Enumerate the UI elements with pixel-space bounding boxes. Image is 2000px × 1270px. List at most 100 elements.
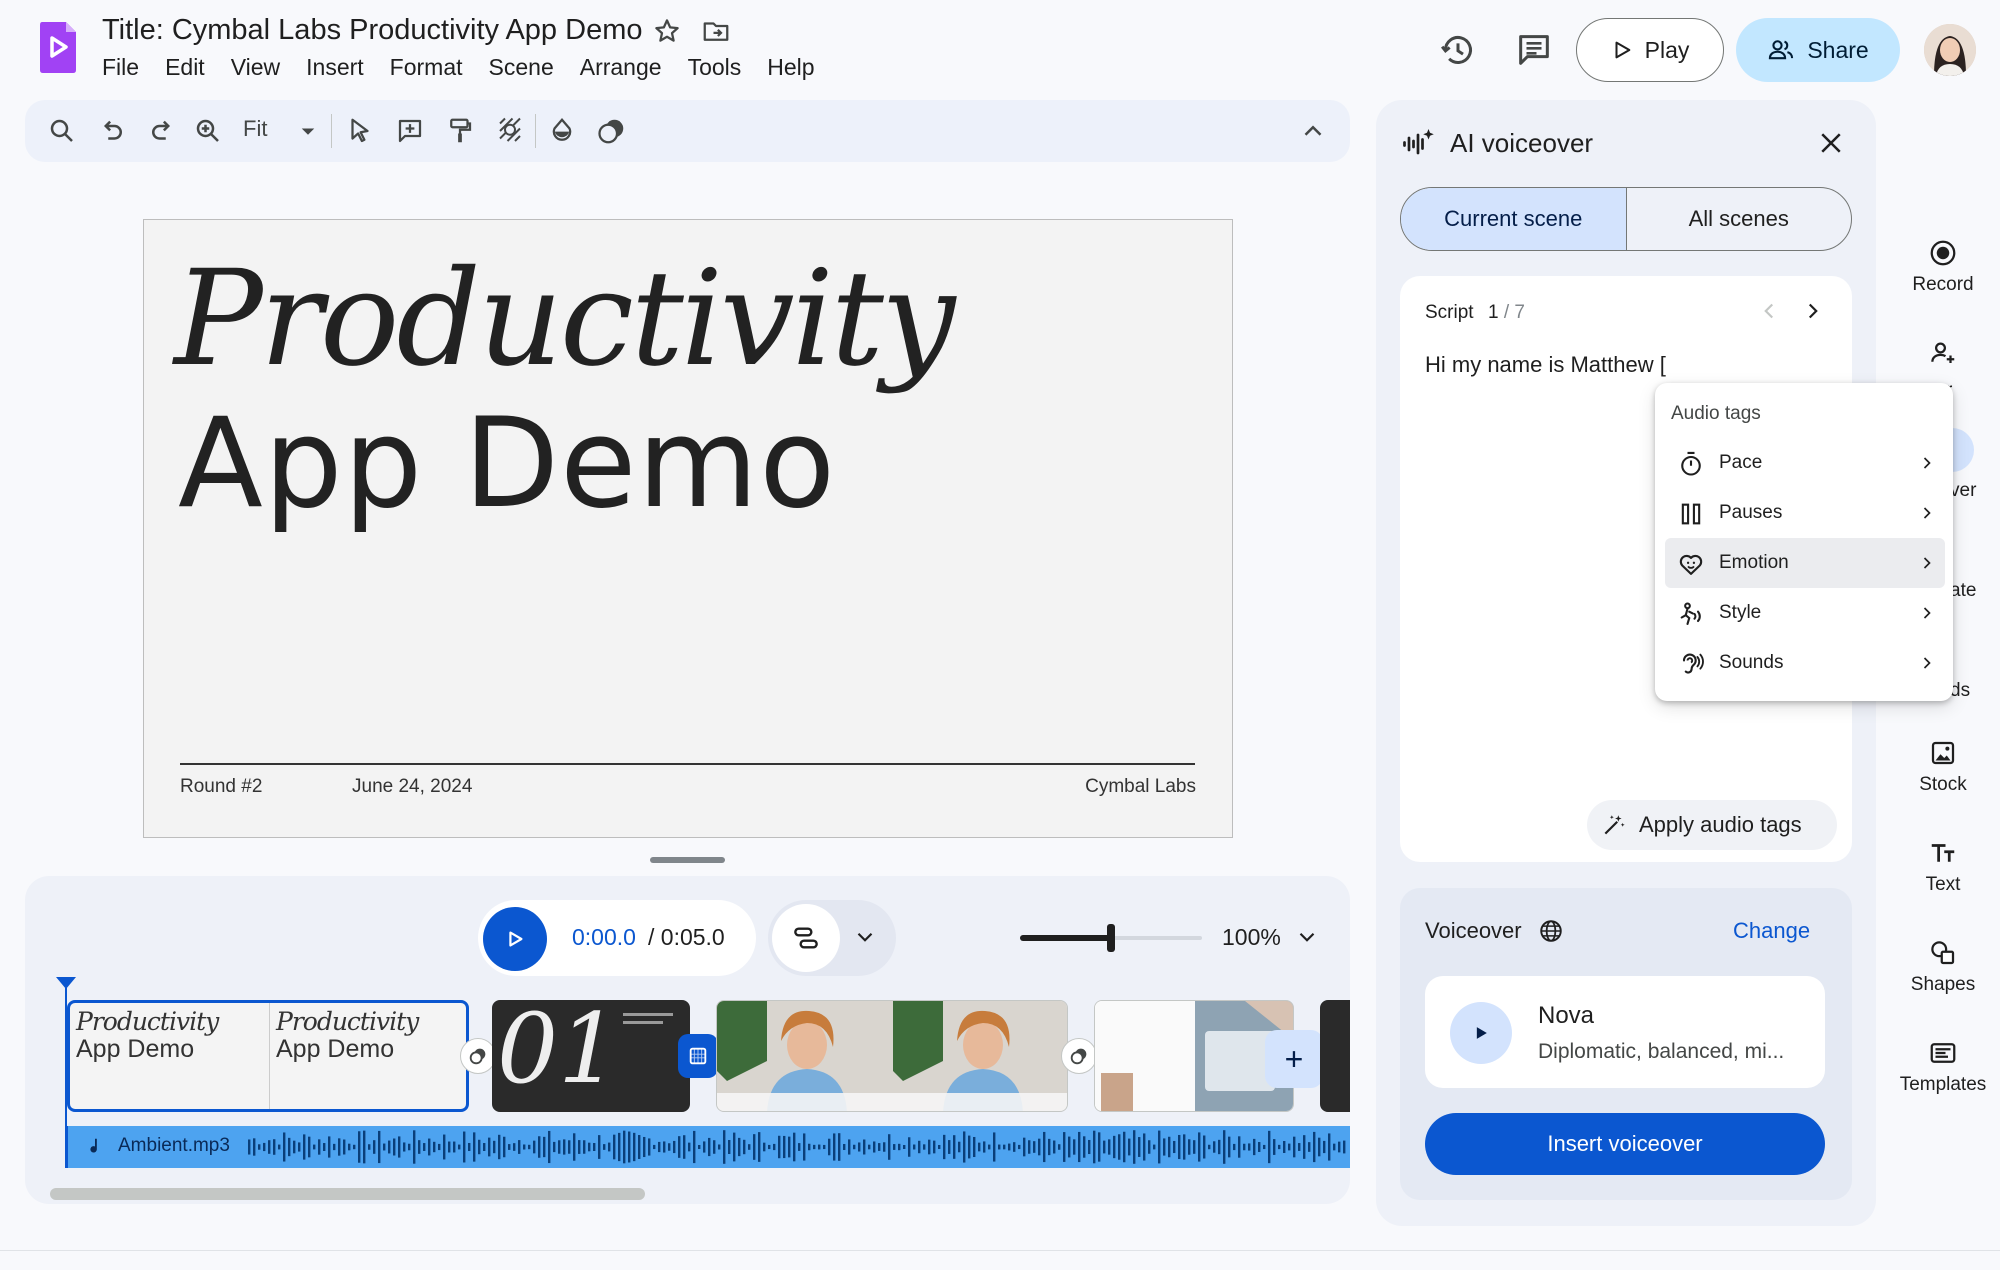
menu-item-pace[interactable]: Pace <box>1665 438 1945 488</box>
chevron-down-icon[interactable] <box>293 116 323 146</box>
transition-button[interactable] <box>460 1038 496 1074</box>
star-icon[interactable] <box>652 16 682 46</box>
timeline-zoom-percent[interactable]: 100% <box>1222 924 1281 951</box>
waveform-bar <box>1328 1133 1331 1161</box>
resize-handle[interactable] <box>650 857 725 863</box>
script-text-input[interactable]: Hi my name is Matthew [ <box>1425 352 1666 378</box>
globe-icon[interactable] <box>1538 918 1564 944</box>
transition-button[interactable] <box>1061 1038 1097 1074</box>
vids-logo[interactable] <box>38 20 78 74</box>
waveform-bar <box>638 1135 641 1159</box>
waveform-bar <box>923 1144 926 1150</box>
menu-help[interactable]: Help <box>767 54 814 84</box>
share-button[interactable]: Share <box>1736 18 1900 82</box>
waveform-bar <box>1028 1140 1031 1154</box>
waveform-bar <box>618 1132 621 1162</box>
rail-avatar[interactable] <box>1886 338 2000 374</box>
transition-button-active[interactable] <box>678 1034 718 1078</box>
scene-clip-3[interactable] <box>716 1000 1068 1112</box>
menu-arrange[interactable]: Arrange <box>580 54 662 84</box>
waveform-bar <box>833 1133 836 1161</box>
background-icon[interactable] <box>495 116 525 146</box>
chevron-down-icon[interactable] <box>852 924 878 950</box>
slide-title-line1[interactable]: Productivity <box>174 242 955 396</box>
menu-format[interactable]: Format <box>390 54 463 84</box>
comments-icon[interactable] <box>1514 30 1554 70</box>
paint-format-icon[interactable] <box>445 116 475 146</box>
menu-insert[interactable]: Insert <box>306 54 364 84</box>
waveform-bar <box>348 1143 351 1151</box>
slide-footer-company[interactable]: Cymbal Labs <box>1085 776 1196 798</box>
zoom-dropdown[interactable]: Fit <box>243 116 267 142</box>
undo-icon[interactable] <box>97 116 127 146</box>
change-voice-link[interactable]: Change <box>1733 918 1810 944</box>
menu-item-sounds[interactable]: Sounds <box>1665 638 1945 688</box>
audio-waveform <box>248 1130 1346 1164</box>
waveform-bar <box>573 1133 576 1161</box>
waveform-bar <box>693 1130 696 1164</box>
select-icon[interactable] <box>345 116 375 146</box>
account-avatar[interactable] <box>1924 24 1976 76</box>
search-icon[interactable] <box>47 116 77 146</box>
menu-scene[interactable]: Scene <box>489 54 554 84</box>
waveform-bar <box>1148 1140 1151 1154</box>
scene-clip-4[interactable] <box>1094 1000 1294 1112</box>
menu-item-pauses[interactable]: Pauses <box>1665 488 1945 538</box>
rail-text[interactable]: Text <box>1886 838 2000 896</box>
version-history-icon[interactable] <box>1438 30 1478 70</box>
rail-shapes[interactable]: Shapes <box>1886 938 2000 996</box>
slide-footer-round[interactable]: Round #2 <box>180 776 262 798</box>
waveform-bar <box>538 1136 541 1158</box>
add-scene-button[interactable]: + <box>1265 1030 1323 1088</box>
slide-divider <box>180 763 1195 765</box>
chevron-right-icon[interactable] <box>1800 298 1826 324</box>
scene-clip-2[interactable]: 01 <box>492 1000 690 1112</box>
preview-voice-button[interactable] <box>1450 1002 1512 1064</box>
fill-icon[interactable] <box>547 116 577 146</box>
waveform-bar <box>938 1144 941 1150</box>
audio-track[interactable]: Ambient.mp3 <box>65 1126 1350 1168</box>
apply-audio-tags-button[interactable]: Apply audio tags <box>1587 800 1837 850</box>
menu-item-style[interactable]: Style <box>1665 588 1945 638</box>
redo-icon[interactable] <box>147 116 177 146</box>
document-title[interactable]: Title: Cymbal Labs Productivity App Demo <box>102 14 642 47</box>
zoom-slider-thumb[interactable] <box>1107 924 1115 952</box>
move-to-folder-icon[interactable] <box>700 16 732 46</box>
zoom-icon[interactable] <box>193 116 223 146</box>
waveform-bar <box>1218 1139 1221 1155</box>
rail-stock[interactable]: Stock <box>1886 738 2000 796</box>
waveform-bar <box>973 1136 976 1158</box>
tab-current-scene[interactable]: Current scene <box>1401 188 1627 250</box>
menu-item-emotion[interactable]: Emotion <box>1665 538 1945 588</box>
script-counter: 1 / 7 <box>1488 302 1525 324</box>
chevron-left-icon[interactable] <box>1756 298 1782 324</box>
waveform-bar <box>373 1140 376 1154</box>
slide-title-line2[interactable]: App Demo <box>178 392 836 536</box>
chevron-down-icon[interactable] <box>1294 924 1320 950</box>
menu-file[interactable]: File <box>102 54 139 84</box>
waveform-bar <box>288 1137 291 1157</box>
scene-clip-1[interactable]: Productivity App Demo Productivity App D… <box>67 1000 469 1112</box>
rail-record[interactable]: Record <box>1886 238 2000 296</box>
rail-templates[interactable]: Templates <box>1886 1038 2000 1096</box>
close-icon[interactable] <box>1816 128 1846 158</box>
scene-canvas[interactable]: Productivity App Demo Round #2 June 24, … <box>143 219 1233 838</box>
menu-tools[interactable]: Tools <box>688 54 742 84</box>
add-comment-icon[interactable] <box>395 116 425 146</box>
scene-clip-5[interactable] <box>1320 1000 1350 1112</box>
track-layout-button[interactable] <box>772 904 840 972</box>
menu-edit[interactable]: Edit <box>165 54 205 84</box>
play-button[interactable]: Play <box>1576 18 1724 82</box>
mask-icon[interactable] <box>597 116 627 146</box>
collapse-toolbar-icon[interactable] <box>1298 116 1328 146</box>
waveform-bar <box>713 1140 716 1154</box>
menu-item-label: Style <box>1719 602 1762 623</box>
waveform-bar <box>343 1139 346 1155</box>
timeline-scrollbar[interactable] <box>50 1188 645 1200</box>
menu-view[interactable]: View <box>231 54 280 84</box>
waveform-bar <box>788 1136 791 1158</box>
timeline-play-button[interactable] <box>483 907 547 971</box>
insert-voiceover-button[interactable]: Insert voiceover <box>1425 1113 1825 1175</box>
tab-all-scenes[interactable]: All scenes <box>1627 188 1852 250</box>
slide-footer-date[interactable]: June 24, 2024 <box>352 776 472 798</box>
